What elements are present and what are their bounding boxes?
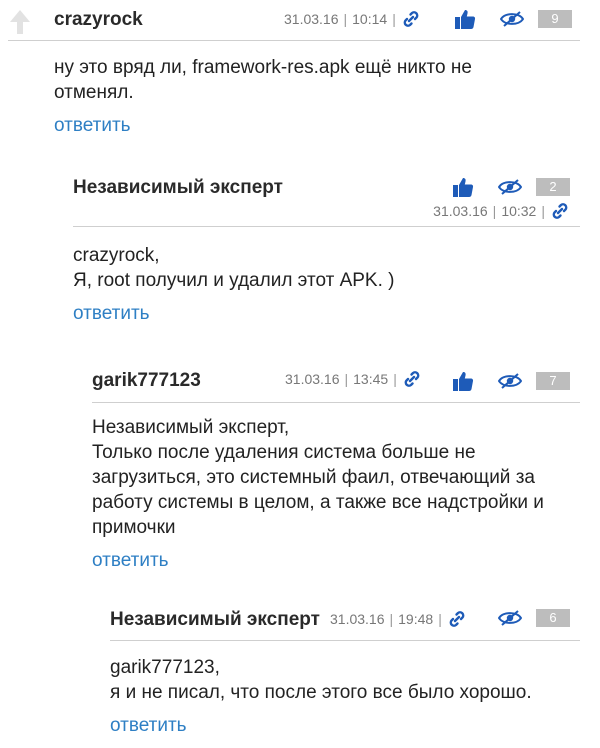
comment-date: 31.03.16: [433, 203, 488, 219]
rating-badge: 9: [538, 10, 572, 28]
comment-actions: 7: [452, 370, 570, 392]
comment-meta: 31.03.16 | 10:14 |: [284, 10, 421, 28]
link-icon[interactable]: [402, 370, 422, 388]
up-arrow-icon[interactable]: [8, 8, 32, 36]
comment-date: 31.03.16: [330, 611, 385, 627]
comment-body: Независимый эксперт, Только после удален…: [92, 415, 580, 540]
comment-text-line: Я, root получил и удалил этот APK. ): [73, 270, 395, 291]
eye-hidden-icon[interactable]: [498, 610, 522, 626]
thumbs-up-icon[interactable]: [452, 370, 474, 392]
comment-meta: 31.03.16 | 13:45 |: [285, 370, 422, 388]
comment-text-line: загрузиться, это системный фаил, отвечаю…: [92, 467, 535, 488]
meta-separator: |: [393, 371, 397, 387]
link-icon[interactable]: [550, 202, 570, 220]
comment-author[interactable]: crazyrock: [54, 9, 143, 31]
eye-hidden-icon[interactable]: [498, 373, 522, 389]
comment-date: 31.03.16: [285, 371, 340, 387]
meta-separator: |: [389, 611, 394, 627]
reply-link[interactable]: ответить: [92, 550, 169, 572]
comment-date: 31.03.16: [284, 11, 339, 27]
comment-time: 13:45: [353, 371, 389, 387]
comment-header: crazyrock 31.03.16 | 10:14 | 9: [8, 0, 580, 41]
thumbs-up-icon[interactable]: [454, 8, 476, 30]
comment-text-line: я и не писал, что после этого все было х…: [110, 682, 532, 703]
comment-text-line: примочки: [92, 517, 176, 538]
meta-separator: |: [344, 371, 349, 387]
comment-1: crazyrock 31.03.16 | 10:14 | 9 ну это вр…: [8, 0, 580, 137]
comment-actions: 2: [452, 176, 570, 198]
eye-hidden-icon[interactable]: [500, 11, 524, 27]
comment-time: 10:14: [352, 11, 388, 27]
comment-header: Независимый эксперт 2 31.03.16 | 10:32 |: [73, 170, 580, 227]
comment-author[interactable]: garik777123: [92, 370, 201, 392]
comment-body: ну это вряд ли, framework-res.apk ещё ни…: [54, 55, 580, 105]
meta-separator: |: [438, 611, 442, 627]
comment-meta: 31.03.16 | 19:48 |: [330, 610, 467, 628]
rating-badge: 6: [536, 609, 570, 627]
comment-text-line: отменял.: [54, 82, 134, 103]
comment-actions: 6: [498, 609, 570, 627]
meta-separator: |: [492, 203, 497, 219]
comment-text-line: crazyrock,: [73, 245, 160, 266]
meta-separator: |: [541, 203, 545, 219]
comment-text-line: Независимый эксперт,: [92, 417, 290, 438]
comment-header: garik777123 31.03.16 | 13:45 | 7: [92, 362, 580, 403]
comment-text-line: работу системы в целом, а также все надс…: [92, 492, 544, 513]
comment-2: Независимый эксперт 2 31.03.16 | 10:32 |: [73, 170, 580, 325]
meta-separator: |: [343, 11, 348, 27]
comment-time: 19:48: [398, 611, 434, 627]
comment-time: 10:32: [501, 203, 537, 219]
comment-body: crazyrock, Я, root получил и удалил этот…: [73, 243, 580, 293]
comment-3: garik777123 31.03.16 | 13:45 | 7 Независ…: [92, 362, 580, 572]
comment-header: Независимый эксперт 31.03.16 | 19:48 | 6: [110, 600, 580, 641]
reply-link[interactable]: ответить: [54, 115, 131, 137]
meta-separator: |: [392, 11, 396, 27]
link-icon[interactable]: [447, 610, 467, 628]
comment-text-line: ну это вряд ли, framework-res.apk ещё ни…: [54, 57, 472, 78]
comment-author[interactable]: Независимый эксперт: [110, 609, 320, 631]
reply-link[interactable]: ответить: [110, 715, 187, 737]
comment-actions: 9: [454, 8, 572, 30]
comment-meta: 31.03.16 | 10:32 |: [433, 202, 570, 220]
rating-badge: 2: [536, 178, 570, 196]
comment-body: garik777123, я и не писал, что после это…: [110, 655, 580, 705]
comment-author[interactable]: Независимый эксперт: [73, 177, 283, 199]
eye-hidden-icon[interactable]: [498, 179, 522, 195]
comment-4: Независимый эксперт 31.03.16 | 19:48 | 6…: [110, 600, 580, 737]
reply-link[interactable]: ответить: [73, 303, 150, 325]
thumbs-up-icon[interactable]: [452, 176, 474, 198]
link-icon[interactable]: [401, 10, 421, 28]
rating-badge: 7: [536, 372, 570, 390]
comment-text-line: garik777123,: [110, 657, 220, 678]
comment-text-line: Только после удаления система больше не: [92, 442, 476, 463]
